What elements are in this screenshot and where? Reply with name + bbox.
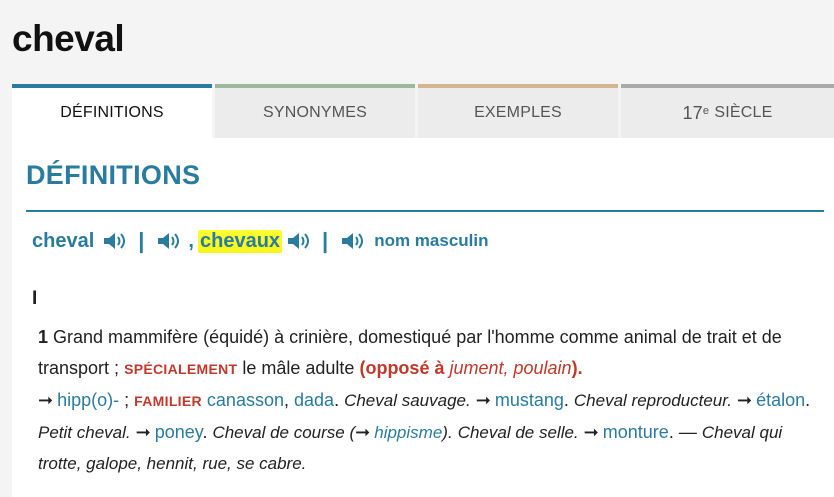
tab-bar: DÉFINITIONS SYNONYMES EXEMPLES 17 e SIÈCL… bbox=[12, 84, 834, 138]
grammar-label: nom masculin bbox=[374, 231, 489, 250]
link-etalon[interactable]: étalon bbox=[756, 390, 805, 410]
opposition-note: (opposé à jument, poulain). bbox=[359, 358, 582, 378]
example-4: Cheval de course ( bbox=[212, 423, 356, 442]
link-canasson[interactable]: canasson bbox=[207, 390, 284, 410]
right-arrow-icon: ➞ bbox=[737, 390, 753, 410]
right-arrow-icon: ➞ bbox=[38, 390, 54, 410]
headword: cheval bbox=[32, 229, 95, 252]
right-arrow-icon: ➞ bbox=[355, 422, 371, 442]
example-2: Cheval reproducteur. bbox=[573, 391, 733, 410]
separator: | bbox=[322, 228, 329, 253]
tab-synonymes-label: SYNONYMES bbox=[262, 104, 368, 121]
tab-synonymes[interactable]: SYNONYMES bbox=[215, 84, 415, 138]
link-poney[interactable]: poney bbox=[155, 422, 203, 442]
tab-17e-number: 17 bbox=[682, 102, 703, 123]
semicolon: ; bbox=[124, 390, 130, 410]
opposition-open: (opposé à bbox=[359, 358, 445, 378]
link-monture[interactable]: monture bbox=[603, 422, 669, 442]
tab-exemples[interactable]: EXEMPLES bbox=[418, 84, 618, 138]
tab-definitions[interactable]: DÉFINITIONS bbox=[12, 84, 212, 138]
heading-divider bbox=[26, 210, 824, 212]
tab-definitions-label: DÉFINITIONS bbox=[60, 104, 164, 121]
speaker-icon[interactable] bbox=[102, 230, 128, 252]
comma-2: , bbox=[283, 390, 289, 410]
definition-text-2: le mâle adulte bbox=[242, 358, 355, 378]
comma: , bbox=[188, 229, 194, 252]
plural-form-highlighted: chevaux bbox=[197, 229, 283, 253]
link-mustang[interactable]: mustang bbox=[495, 390, 564, 410]
tab-exemples-label: EXEMPLES bbox=[474, 104, 562, 121]
headword-line: cheval | , chevaux | nom masculin bbox=[32, 226, 489, 256]
sense-group-numeral: I bbox=[32, 288, 38, 309]
usage-tag-specialement: SPÉCIALEMENT bbox=[124, 361, 238, 377]
speaker-icon[interactable] bbox=[156, 230, 182, 252]
usage-tag-familier: FAMILIER bbox=[134, 393, 202, 409]
tab-17e-siecle[interactable]: 17 e SIÈCLE bbox=[621, 84, 834, 138]
page-title: cheval bbox=[12, 18, 125, 59]
definition-block: 1 Grand mammifère (équidé) à crinière, d… bbox=[38, 327, 811, 473]
link-dada[interactable]: dada bbox=[294, 390, 334, 410]
sense-number: 1 bbox=[38, 327, 49, 347]
example-4-close: ). bbox=[442, 423, 453, 442]
definitions-panel: DÉFINITIONS cheval | , chevaux | nom mas… bbox=[12, 138, 834, 497]
section-heading: DÉFINITIONS bbox=[26, 160, 201, 190]
link-hipp[interactable]: hipp(o)- bbox=[57, 390, 119, 410]
link-hippisme[interactable]: hippisme bbox=[374, 423, 442, 442]
right-arrow-icon: ➞ bbox=[135, 422, 151, 442]
speaker-icon[interactable] bbox=[286, 230, 312, 252]
right-arrow-icon: ➞ bbox=[583, 422, 599, 442]
example-3: Petit cheval. bbox=[38, 423, 131, 442]
example-5: Cheval de selle. bbox=[457, 423, 579, 442]
speaker-icon[interactable] bbox=[340, 230, 366, 252]
opposition-close: ). bbox=[571, 358, 583, 378]
opposition-words: jument, poulain bbox=[449, 358, 572, 378]
tab-17e-sup: e bbox=[702, 105, 710, 117]
right-arrow-icon: ➞ bbox=[475, 390, 491, 410]
example-1: Cheval sauvage. bbox=[344, 391, 471, 410]
dash: . — bbox=[668, 422, 697, 442]
separator: | bbox=[138, 228, 145, 253]
tab-17e-label: SIÈCLE bbox=[714, 104, 773, 121]
